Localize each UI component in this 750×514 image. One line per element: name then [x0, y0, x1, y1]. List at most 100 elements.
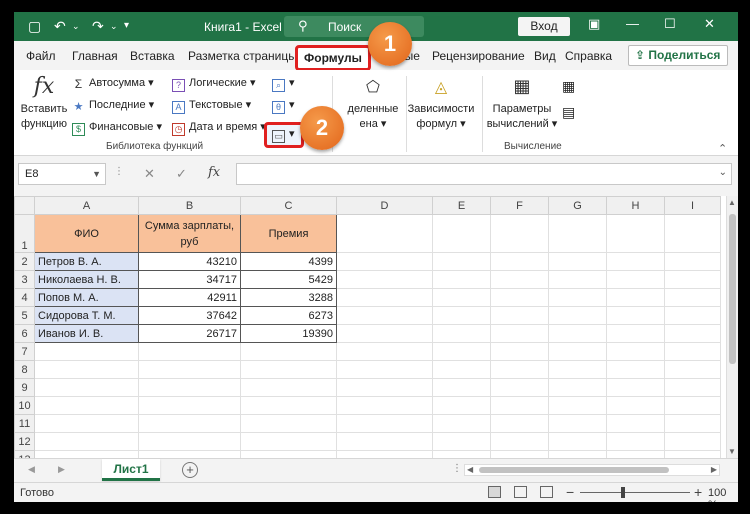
cell[interactable] [336, 306, 433, 325]
column-header[interactable]: I [664, 196, 721, 215]
cell[interactable] [336, 324, 433, 343]
row-header[interactable]: 12 [14, 432, 35, 451]
salary-cell[interactable]: 26717 [138, 324, 241, 343]
tab-review[interactable]: Рецензирование [432, 49, 525, 63]
row-header[interactable]: 4 [14, 288, 35, 307]
horizontal-scrollbar[interactable]: ◀ ▶ [464, 464, 720, 476]
cell[interactable] [664, 270, 721, 289]
undo-icon[interactable]: ↶ [54, 17, 66, 35]
next-sheet-icon[interactable]: ▶ [58, 464, 65, 475]
more-functions-button[interactable]: ▭ ▾ [272, 127, 295, 143]
row-header[interactable]: 5 [14, 306, 35, 325]
cell[interactable] [432, 306, 491, 325]
financial-button[interactable]: $ Финансовые ▾ [72, 120, 162, 136]
formula-auditing-button[interactable]: ◬ Зависимости формул ▾ [406, 74, 476, 132]
name-cell[interactable]: Иванов И. В. [34, 324, 139, 343]
column-header[interactable]: C [240, 196, 337, 215]
row-header[interactable]: 11 [14, 414, 35, 433]
tab-page-layout[interactable]: Разметка страницы [188, 49, 297, 63]
name-cell[interactable]: Петров В. А. [34, 252, 139, 271]
tab-view[interactable]: Вид [534, 49, 556, 63]
cell[interactable] [548, 306, 607, 325]
cell[interactable] [548, 324, 607, 343]
vertical-scrollbar[interactable]: ▲ ▼ [726, 196, 738, 458]
autosave-icon[interactable]: ▢ [28, 17, 41, 35]
header-cell[interactable]: Сумма зарплаты, руб [138, 214, 241, 253]
cell[interactable] [664, 324, 721, 343]
cell[interactable] [432, 270, 491, 289]
column-header[interactable]: A [34, 196, 139, 215]
row-header[interactable]: 7 [14, 342, 35, 361]
row-header[interactable]: 2 [14, 252, 35, 271]
cell[interactable] [432, 288, 491, 307]
vertical-scroll-thumb[interactable] [729, 214, 736, 364]
row-header[interactable]: 6 [14, 324, 35, 343]
row-header[interactable]: 3 [14, 270, 35, 289]
cell-table[interactable]: A B C D E F G H I 1 ФИО Сумма зарплаты, … [14, 196, 721, 458]
prev-sheet-icon[interactable]: ◀ [28, 464, 35, 475]
scroll-down-icon[interactable]: ▼ [728, 447, 736, 456]
bonus-cell[interactable]: 3288 [240, 288, 337, 307]
tab-home[interactable]: Главная [72, 49, 118, 63]
cell[interactable] [606, 252, 665, 271]
cell[interactable] [548, 214, 607, 253]
autosum-button[interactable]: Σ Автосумма ▾ [72, 76, 154, 92]
name-cell[interactable]: Попов М. А. [34, 288, 139, 307]
confirm-icon[interactable]: ✓ [176, 166, 187, 182]
cell[interactable] [548, 288, 607, 307]
header-cell[interactable]: ФИО [34, 214, 139, 253]
cell[interactable] [490, 252, 549, 271]
chevron-down-icon[interactable]: ⌄ [110, 17, 118, 35]
bonus-cell[interactable]: 4399 [240, 252, 337, 271]
cell[interactable] [664, 306, 721, 325]
cell[interactable] [664, 214, 721, 253]
redo-icon[interactable]: ↷ [92, 17, 104, 35]
column-header[interactable]: G [548, 196, 607, 215]
insert-function-button[interactable]: fx Вставить функцию [18, 74, 70, 132]
sheet-tab-list1[interactable]: Лист1 [102, 459, 160, 481]
cell[interactable] [490, 288, 549, 307]
recent-button[interactable]: ★ Последние ▾ [72, 98, 155, 115]
cell[interactable] [606, 288, 665, 307]
cell[interactable] [606, 270, 665, 289]
text-button[interactable]: A Текстовые ▾ [172, 98, 251, 114]
calculation-options-button[interactable]: ▦ Параметры вычислений ▾ [484, 74, 560, 132]
cell[interactable] [606, 324, 665, 343]
insert-function-fx[interactable]: fx [208, 165, 220, 180]
name-cell[interactable]: Сидорова Т. М. [34, 306, 139, 325]
customize-toolbar-icon[interactable]: ▾ [124, 17, 129, 35]
lookup-button[interactable]: ⌕ ▾ [272, 76, 295, 92]
column-header[interactable]: F [490, 196, 549, 215]
cell[interactable] [432, 252, 491, 271]
row-header[interactable]: 1 [14, 214, 35, 253]
zoom-in-icon[interactable]: + [694, 484, 702, 500]
cell[interactable] [664, 288, 721, 307]
chevron-down-icon[interactable]: ⌄ [72, 17, 80, 35]
calculate-sheet-icon[interactable]: ▤ [562, 104, 575, 121]
collapse-ribbon-icon[interactable]: ⌃ [718, 142, 727, 155]
cell[interactable] [490, 270, 549, 289]
page-layout-view-icon[interactable] [514, 486, 527, 498]
calculate-now-icon[interactable]: ▦ [562, 78, 575, 95]
chevron-down-icon[interactable]: ▼ [92, 164, 101, 184]
column-header[interactable]: B [138, 196, 241, 215]
ribbon-display-icon[interactable]: ▣ [588, 16, 600, 32]
datetime-button[interactable]: ◷ Дата и время ▾ [172, 120, 266, 136]
add-sheet-icon[interactable]: + [182, 462, 198, 478]
zoom-out-icon[interactable]: − [566, 484, 574, 500]
cancel-icon[interactable]: ✕ [144, 166, 155, 182]
defined-names-button[interactable]: ⬠ деленные ена ▾ [344, 74, 402, 132]
tab-formulas[interactable]: Формулы [295, 45, 371, 71]
horizontal-scroll-thumb[interactable] [479, 467, 669, 473]
cell[interactable] [432, 214, 491, 253]
row-header[interactable]: 8 [14, 360, 35, 379]
worksheet-grid[interactable]: A B C D E F G H I 1 ФИО Сумма зарплаты, … [14, 196, 738, 458]
cell[interactable] [606, 306, 665, 325]
row-header[interactable]: 9 [14, 378, 35, 397]
salary-cell[interactable]: 42911 [138, 288, 241, 307]
name-cell[interactable]: Николаева Н. В. [34, 270, 139, 289]
salary-cell[interactable]: 34717 [138, 270, 241, 289]
cell[interactable] [432, 324, 491, 343]
scroll-left-icon[interactable]: ◀ [467, 465, 473, 474]
bonus-cell[interactable]: 19390 [240, 324, 337, 343]
